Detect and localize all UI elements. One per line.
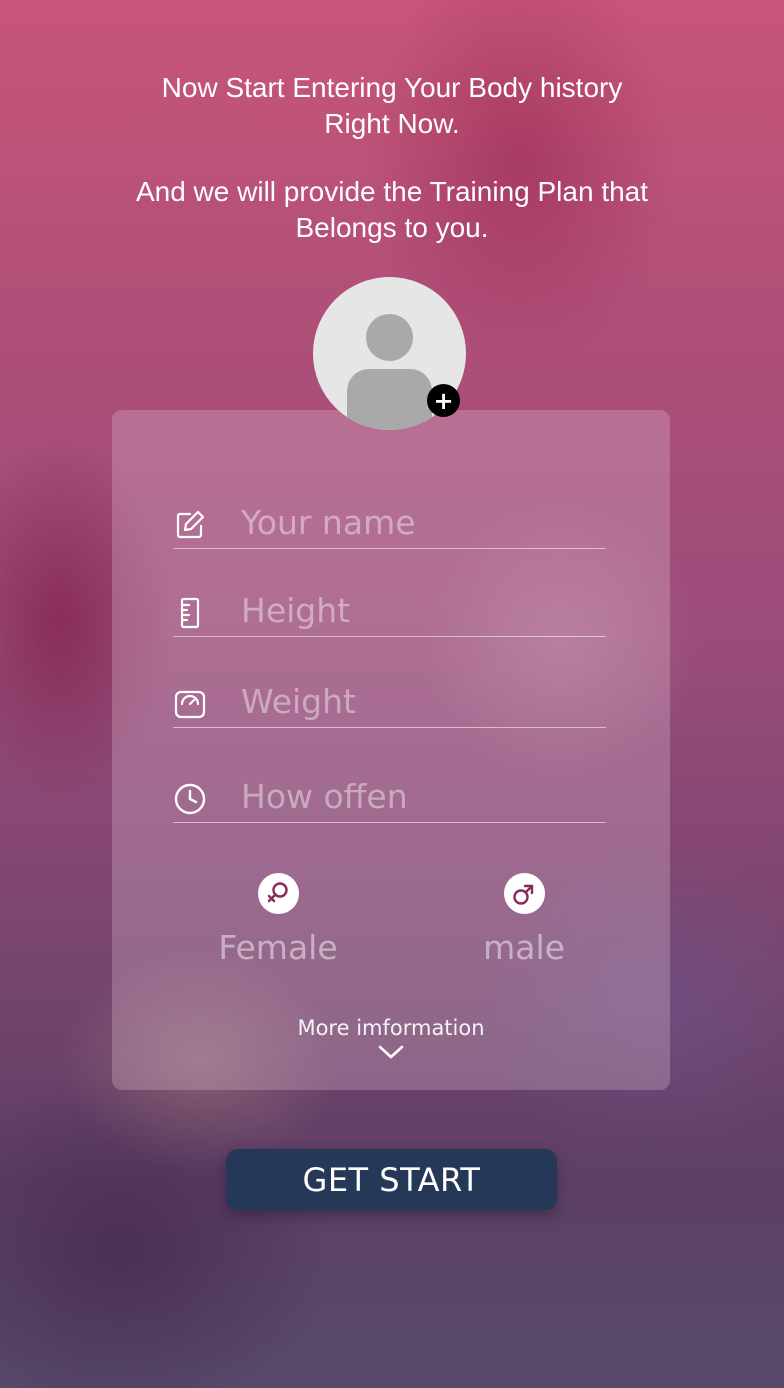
weight-field [173, 679, 606, 728]
name-field [173, 500, 606, 549]
female-label: Female [218, 928, 338, 967]
height-field [173, 588, 606, 637]
frequency-input[interactable] [241, 774, 601, 818]
edit-icon [173, 508, 207, 542]
frequency-field [173, 774, 606, 823]
add-photo-button[interactable]: + [427, 384, 460, 417]
intro-line-2: And we will provide the Training Plan th… [135, 176, 649, 243]
height-input[interactable] [241, 588, 601, 632]
get-start-button[interactable]: GET START [226, 1149, 557, 1210]
name-input[interactable] [241, 500, 601, 544]
gender-female-option[interactable]: Female [188, 873, 368, 967]
chevron-down-icon [241, 1044, 541, 1060]
person-head-icon [366, 314, 413, 361]
weight-input[interactable] [241, 679, 601, 723]
intro-line-1: Now Start Entering Your Body history Rig… [161, 72, 623, 139]
male-label: male [483, 928, 565, 967]
plus-icon: + [433, 386, 454, 415]
ruler-icon [173, 596, 207, 630]
female-icon [257, 873, 299, 914]
scale-icon [173, 687, 207, 721]
intro-text: Now Start Entering Your Body history Rig… [0, 70, 784, 246]
person-body-icon [347, 369, 432, 430]
more-information-label: More imformation [297, 1016, 485, 1040]
more-information-toggle[interactable]: More imformation [241, 1016, 541, 1060]
gender-male-option[interactable]: male [434, 873, 614, 967]
clock-icon [173, 782, 207, 816]
male-icon [503, 873, 545, 914]
